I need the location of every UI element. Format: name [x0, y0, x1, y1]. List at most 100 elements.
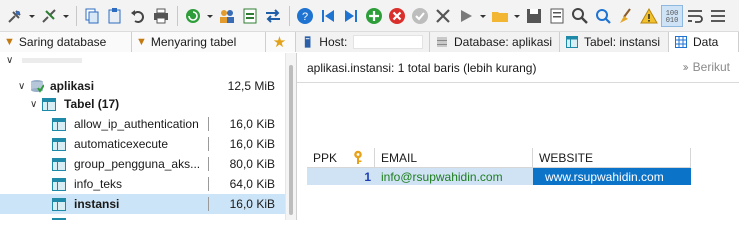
tree-table-name: instansi: [74, 197, 120, 211]
favorites-star-icon[interactable]: ★: [266, 32, 296, 52]
row-count-text: aplikasi.instansi: 1 total baris (lebih …: [307, 60, 537, 75]
table-icon: [42, 97, 56, 111]
copy-icon[interactable]: [81, 5, 103, 27]
tree-table-size: 16,0 KiB: [229, 117, 275, 131]
size-bar: [208, 177, 209, 191]
tree-tables-group-label: Tabel (17): [64, 97, 120, 111]
scrollbar-thumb[interactable]: [289, 65, 293, 215]
tree-tables-group[interactable]: ∨ Tabel (17): [30, 94, 285, 114]
cell-ppk-value: 1: [364, 169, 371, 184]
last-icon[interactable]: [340, 5, 362, 27]
tab-filter-database[interactable]: ▼ Saring database: [0, 32, 132, 52]
tab-database[interactable]: Database: aplikasi: [430, 32, 560, 52]
tree-table-size: 64,0 KiB: [229, 177, 275, 191]
size-bar: [208, 197, 209, 211]
grid-icon: [675, 36, 687, 48]
toolbar-separator: [289, 5, 290, 26]
table-icon: [566, 36, 578, 48]
chevron-down-icon[interactable]: [478, 5, 488, 27]
tree-scrollbar[interactable]: [285, 53, 296, 220]
chevron-down-icon[interactable]: [27, 5, 37, 27]
tree-table-size: 16,0 KiB: [229, 137, 275, 151]
close-icon[interactable]: [432, 5, 454, 27]
column-header-email[interactable]: EMAIL: [375, 148, 533, 168]
paste-icon[interactable]: [104, 5, 126, 27]
size-bar: [208, 157, 209, 171]
cell-ppk[interactable]: 1: [307, 168, 375, 185]
user-manager-icon[interactable]: [216, 5, 238, 27]
chevron-down-icon: ∨: [30, 98, 38, 110]
search-icon[interactable]: [569, 5, 591, 27]
next-button-label: Berikut: [692, 60, 730, 74]
wrap-icon[interactable]: [684, 5, 706, 27]
undo-icon[interactable]: [127, 5, 149, 27]
database-icon: [437, 37, 447, 47]
first-icon[interactable]: [317, 5, 339, 27]
clean-icon[interactable]: [615, 5, 637, 27]
file-icon[interactable]: [546, 5, 568, 27]
column-header-label: WEBSITE: [539, 150, 594, 165]
cell-website-selected[interactable]: www.rsupwahidin.com: [533, 168, 691, 185]
tree-table-name: group_pengguna_aks...: [74, 157, 201, 171]
cell-email-value: info@rsupwahidin.com: [381, 169, 503, 184]
help-icon[interactable]: ?: [294, 5, 316, 27]
table-icon: [52, 157, 66, 171]
sync-icon[interactable]: [262, 5, 284, 27]
replace-icon[interactable]: [592, 5, 614, 27]
disconnect-icon[interactable]: [38, 5, 60, 27]
svg-text:?: ?: [302, 11, 308, 23]
chevron-down-icon[interactable]: [61, 5, 71, 27]
chevron-down-icon[interactable]: [205, 5, 215, 27]
right-tabs: Host: Database: aplikasi Tabel: instansi…: [296, 32, 739, 52]
warning-icon[interactable]: [638, 5, 660, 27]
svg-text:010: 010: [666, 17, 679, 25]
tree-table-item[interactable]: allow_ip_authentication 16,0 KiB: [52, 114, 285, 134]
save-icon[interactable]: [523, 5, 545, 27]
add-icon[interactable]: [363, 5, 385, 27]
chevron-down-icon[interactable]: [512, 5, 522, 27]
play-icon[interactable]: [455, 5, 477, 27]
tab-filter-table[interactable]: ▼ Menyaring tabel: [132, 32, 266, 52]
tree-table-name: allow_ip_authentication: [74, 117, 199, 131]
tree-host-row[interactable]: ∨: [6, 53, 276, 70]
refresh-icon[interactable]: [182, 5, 204, 27]
tree-table-item[interactable]: group_pengguna_aks... 80,0 KiB: [52, 154, 285, 174]
table-icon: [52, 137, 66, 151]
tree-table-item-selected[interactable]: instansi 16,0 KiB: [0, 194, 285, 214]
check-icon[interactable]: [409, 5, 431, 27]
tab-filter-database-label: Saring database: [18, 35, 107, 49]
primary-key-icon: [354, 150, 362, 164]
host-name-redacted: [353, 35, 423, 49]
left-tabs: ▼ Saring database ▼ Menyaring tabel ★: [0, 32, 296, 52]
data-panel: aplikasi.instansi: 1 total baris (lebih …: [296, 53, 739, 220]
size-bar: [208, 137, 209, 151]
export-icon[interactable]: [239, 5, 261, 27]
tab-host[interactable]: Host:: [296, 32, 430, 52]
tree-table-item[interactable]: info_teks 64,0 KiB: [52, 174, 285, 194]
tree-table-item[interactable]: automaticexecute 16,0 KiB: [52, 134, 285, 154]
column-header-website[interactable]: WEBSITE: [533, 148, 691, 168]
tab-table[interactable]: Tabel: instansi: [560, 32, 669, 52]
folder-icon[interactable]: [489, 5, 511, 27]
next-button[interactable]: ›› Berikut: [683, 60, 730, 74]
tab-data-label: Data: [693, 35, 719, 49]
cell-email[interactable]: info@rsupwahidin.com: [375, 168, 533, 185]
tab-data[interactable]: Data: [669, 32, 739, 52]
tree-database-row[interactable]: ∨ aplikasi 12,5 MiB: [18, 76, 285, 96]
tree-table-item[interactable]: [52, 214, 285, 220]
tree-table-size: 80,0 KiB: [229, 157, 275, 171]
column-header-label: EMAIL: [381, 150, 418, 165]
data-info-bar: aplikasi.instansi: 1 total baris (lebih …: [297, 53, 739, 83]
tab-database-label: Database: aplikasi: [454, 35, 553, 49]
delete-icon[interactable]: [386, 5, 408, 27]
tree-database-name: aplikasi: [50, 79, 95, 93]
print-icon[interactable]: [150, 5, 172, 27]
binary-icon[interactable]: 100 010: [661, 4, 683, 27]
column-header-ppk[interactable]: PPK: [307, 148, 375, 168]
database-icon: [31, 80, 44, 93]
connect-icon[interactable]: [4, 5, 26, 27]
table-icon: [52, 117, 66, 131]
menu-icon[interactable]: [707, 5, 729, 27]
table-icon: [52, 177, 66, 191]
chevron-down-icon: ∨: [6, 54, 14, 66]
